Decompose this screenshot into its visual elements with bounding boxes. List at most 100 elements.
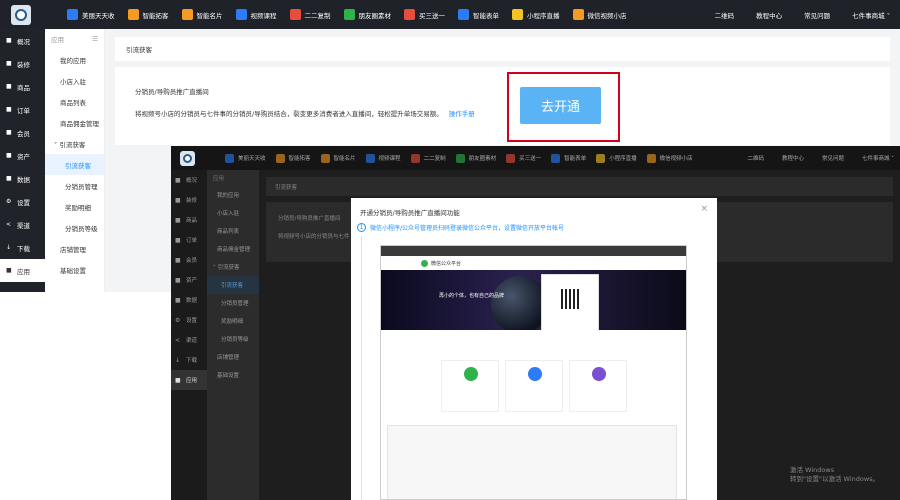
overlay-app-0-icon [225,153,234,163]
overlay-sidebar-item-6: ■ 数据 [171,290,207,310]
submenu-item-3[interactable]: 商品佣金管理 [45,112,104,133]
app-4-label: 二二复制 [304,11,331,20]
overlay-app-9-icon [646,153,656,163]
submenu-item-8[interactable]: 分销员等级 [45,217,104,238]
overlay-app-4-label: 二二复制 [423,156,446,162]
overlay-breadcrumb: 引流获客 [266,177,893,196]
submenu-header: 应用 ☰ [45,29,104,49]
submenu-title: 应用 [51,36,64,44]
submenu-item-7[interactable]: 奖励明细 [45,196,104,217]
overlay-sidebar-item-4-label: 会员 [186,258,198,264]
sidebar-item-8[interactable]: < 渠道 [0,213,45,236]
top-bar: 美丽天天收 智能拓客 智能名片 视频课程 二二复制 朋友圈素材 买三送一 智能表单 小程序直播 微… [0,0,900,29]
sidebar-item-4-icon: ■ [6,129,12,136]
overlay-sidebar-item-4-icon: ■ [175,256,181,264]
app-3-label: 视频课程 [250,11,277,20]
overlay-nav-right-3: 七件事商城 ˅ [862,156,894,162]
step-number: 1 [357,223,366,232]
overlay-sidebar-item-7: ⚙ 设置 [171,310,207,330]
mock-slogan: 再小的个体，也有自己的品牌 [439,293,505,299]
close-icon[interactable]: × [700,204,708,214]
overlay-sidebar-item-2-label: 商品 [186,218,198,224]
overlay-app-0-label: 美丽天天收 [238,156,266,162]
sidebar-item-3[interactable]: ■ 订单 [0,98,45,121]
app-1[interactable]: 智能拓客 [127,9,169,20]
app-logo[interactable] [11,4,31,25]
app-2-label: 智能名片 [196,11,223,20]
sidebar-item-4-label: 会员 [17,129,30,138]
overlay-app-9-label: 微信视频小店 [659,156,693,162]
app-4[interactable]: 二二复制 [289,9,331,20]
app-8[interactable]: 小程序直播 [512,9,560,20]
app-6[interactable]: 买三送一 [404,9,445,20]
overlay-submenu-item-7: 奖励明细 [221,319,244,325]
app-3[interactable]: 视频课程 [235,9,277,20]
overlay-app-5: 朋友圈素材 [455,153,496,163]
login-qr-box [541,274,599,331]
submenu-item-5[interactable]: 引流获客 [45,154,104,175]
overlay-sidebar-item-0-label: 概况 [186,178,198,184]
overlay-app-2-icon [320,153,330,163]
app-7[interactable]: 智能表单 [458,9,499,20]
overlay-sidebar-item-6-icon: ■ [175,296,181,304]
browser-bar [381,246,686,256]
overlay-app-3: 视频课程 [365,153,401,163]
nav-right-2[interactable]: 常见问题 [804,10,830,20]
submenu-item-0[interactable]: 我的应用 [45,49,104,70]
mock-header-label: 微信公众平台 [431,260,462,267]
breadcrumb: 引流获客 [115,37,890,61]
manual-link[interactable]: 操作手册 [449,110,475,118]
sidebar-item-2[interactable]: ■ 商品 [0,75,45,98]
wechat-platform-screenshot: 微信公众平台 再小的个体，也有自己的品牌 [380,245,687,500]
subscription-icon [528,367,542,381]
app-5-label: 朋友圈素材 [358,11,392,20]
sidebar-item-6[interactable]: ■ 数据 [0,167,45,190]
submenu-item-9[interactable]: 店铺管理 [45,238,104,259]
sidebar-item-5[interactable]: ■ 资产 [0,144,45,167]
overlay-sidebar-item-10: ■ 应用 [171,370,207,390]
windows-watermark: 激活 Windows 转到"设置"以激活 Windows。 [790,466,879,484]
submenu-item-4[interactable]: ˅ 引流获客 [45,133,104,154]
overlay-app-2-label: 智能名片 [333,156,356,162]
sidebar-item-10[interactable]: ■ 应用 [0,259,45,282]
sidebar-item-9-icon: ↓ [6,244,12,251]
sidebar-item-7-label: 设置 [17,198,30,207]
overlay-sidebar-item-5-icon: ■ [175,276,181,284]
submenu-item-6[interactable]: 分销员管理 [45,175,104,196]
overlay-app-3-icon [365,153,375,163]
mock-card-subscription [505,360,563,412]
overlay-sidebar-item-2: ■ 商品 [171,210,207,230]
submenu-item-1[interactable]: 小店入驻 [45,70,104,91]
sidebar-item-5-label: 资产 [17,152,30,161]
overlay-sidebar-item-0: ■ 概况 [171,170,207,190]
nav-right-0[interactable]: 二维码 [715,10,735,20]
app-5[interactable]: 朋友圈素材 [343,9,392,20]
sidebar-item-4[interactable]: ■ 会员 [0,121,45,144]
open-button[interactable]: 去开通 [520,87,601,124]
overlay-app-7-icon [551,153,561,163]
app-9[interactable]: 微信视频小店 [572,9,627,20]
open-feature-modal: 开通分销员/导购员推广直播间功能 × 1 微信小程序/公众号管理员扫码登录微信公众… [351,198,717,500]
overlay-submenu-item-0: 我的应用 [217,193,240,199]
app-0[interactable]: 美丽天天收 [67,9,115,20]
nav-right-3[interactable]: 七件事商城 ˅ [852,10,890,20]
overlay-submenu-item-1: 小店入驻 [217,211,240,217]
app-2[interactable]: 智能名片 [181,9,223,20]
overlay-sidebar-item-3-icon: ■ [175,236,181,244]
collapse-icon[interactable]: ☰ [92,35,98,43]
qr-code-icon [561,289,581,309]
nav-right-1[interactable]: 教程中心 [756,10,782,20]
sidebar-item-9[interactable]: ↓ 下载 [0,236,45,259]
mock-settings-panel [387,425,677,499]
sidebar-item-7-icon: ⚙ [6,198,12,205]
sidebar-item-1[interactable]: ■ 装修 [0,52,45,75]
sidebar-item-7[interactable]: ⚙ 设置 [0,190,45,213]
overlay-sidebar-item-3-label: 订单 [186,238,198,244]
step-1: 1 微信小程序/公众号管理员扫码登录微信公众平台，设置微信开放平台帐号 [357,223,564,232]
sidebar-item-3-label: 订单 [17,106,30,115]
mock-header: 微信公众平台 [381,256,686,270]
submenu-item-2[interactable]: 商品列表 [45,91,104,112]
sidebar-item-6-label: 数据 [17,175,30,184]
sidebar-item-0[interactable]: ■ 概况 [0,29,45,52]
submenu-item-10[interactable]: 基础设置 [45,259,104,280]
